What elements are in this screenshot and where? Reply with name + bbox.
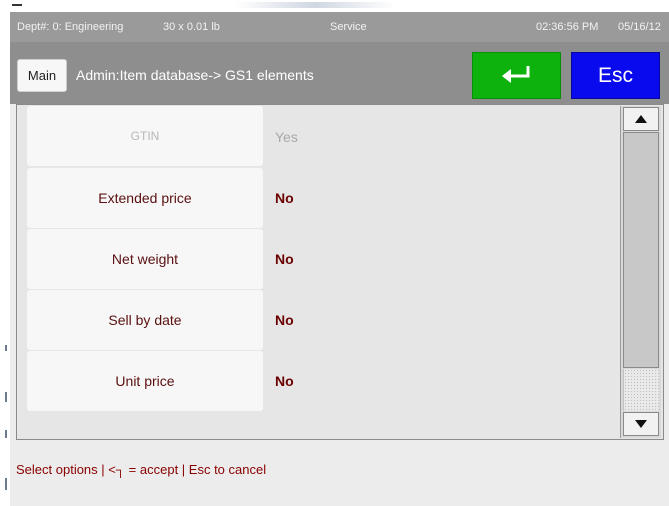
edge-mark: [5, 392, 7, 402]
top-strip: [10, 0, 669, 12]
time-label: 02:36:56 PM: [536, 21, 599, 33]
option-value: No: [275, 190, 294, 206]
option-label: Extended price: [98, 190, 192, 206]
scroll-up-button[interactable]: [623, 107, 659, 131]
window-left-edge: [0, 0, 10, 506]
option-row-extended-price[interactable]: Extended price: [27, 168, 263, 228]
footer-hint: Select options | <┐ = accept | Esc to ca…: [16, 462, 267, 477]
main-button[interactable]: Main: [17, 59, 67, 92]
esc-button[interactable]: Esc: [571, 52, 660, 99]
option-label: Sell by date: [108, 312, 182, 328]
options-panel: GTIN Yes Extended price No Net weight No…: [16, 104, 664, 440]
option-row-net-weight[interactable]: Net weight: [27, 229, 263, 289]
enter-icon: [500, 63, 534, 89]
option-label: Unit price: [115, 373, 175, 389]
mode-label: Service: [330, 21, 367, 33]
date-label: 05/16/12: [618, 21, 661, 33]
top-dash: [12, 4, 22, 6]
option-row-unit-price[interactable]: Unit price: [27, 351, 263, 411]
option-row-sell-by-date[interactable]: Sell by date: [27, 290, 263, 350]
option-label: GTIN: [130, 129, 160, 143]
triangle-down-icon: [635, 418, 647, 431]
option-value: No: [275, 312, 294, 328]
option-value: No: [275, 251, 294, 267]
status-bar: Dept#: 0: Engineering 30 x 0.01 lb Servi…: [10, 12, 669, 42]
scale-label: 30 x 0.01 lb: [163, 21, 220, 33]
top-blur: [235, 2, 395, 8]
scrollbar[interactable]: [620, 106, 661, 438]
department-label: Dept#: 0: Engineering: [17, 21, 124, 33]
edge-mark: [5, 345, 7, 351]
app-window: Dept#: 0: Engineering 30 x 0.01 lb Servi…: [10, 12, 669, 506]
title-bar: Main Admin:Item database-> GS1 elements …: [10, 42, 669, 104]
scroll-track[interactable]: [623, 369, 659, 411]
option-row-gtin[interactable]: GTIN: [27, 106, 263, 166]
breadcrumb: Admin:Item database-> GS1 elements: [76, 67, 314, 83]
triangle-up-icon: [635, 113, 647, 126]
edge-mark: [5, 478, 7, 490]
option-value: Yes: [275, 129, 298, 145]
option-label: Net weight: [111, 251, 179, 267]
enter-button[interactable]: [472, 52, 561, 99]
scroll-thumb[interactable]: [623, 132, 659, 368]
edge-mark: [5, 430, 7, 438]
option-value: No: [275, 373, 294, 389]
scroll-down-button[interactable]: [623, 412, 659, 436]
